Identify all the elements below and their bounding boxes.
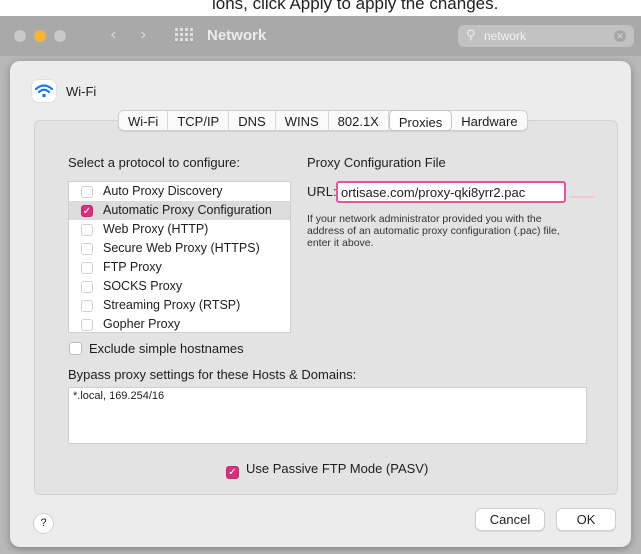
tab-proxies[interactable]: Proxies [388,110,453,131]
instruction-text: ions, click Apply to apply the changes. [212,0,499,13]
focus-mark [570,196,594,198]
advanced-network-sheet: Wi-Fi Wi-Fi TCP/IP DNS WINS 802.1X Proxi… [10,61,631,547]
tab-dns[interactable]: DNS [229,111,276,130]
zoom-window-button[interactable] [54,30,66,42]
protocol-label: FTP Proxy [103,260,162,274]
exclude-simple-hostnames-checkbox[interactable] [69,342,82,355]
protocol-list: Auto Proxy Discovery ✓ Automatic Proxy C… [68,181,291,333]
tab-hardware[interactable]: Hardware [452,111,526,130]
protocol-item-auto-proxy-discovery[interactable]: Auto Proxy Discovery [69,182,290,201]
window-title: Network [207,27,267,44]
protocol-item-gopher-proxy[interactable]: Gopher Proxy [69,315,290,334]
pac-url-field[interactable]: ortisase.com/proxy-qki8yrr2.pac [336,181,566,203]
pac-help-text: If your network administrator provided y… [307,213,560,249]
interface-name: Wi-Fi [66,84,97,99]
tab-wifi[interactable]: Wi-Fi [119,111,169,130]
pac-url-value[interactable]: ortisase.com/proxy-qki8yrr2.pac [341,185,525,200]
tab-bar: Wi-Fi TCP/IP DNS WINS 802.1X Proxies Har… [118,110,528,131]
protocol-item-ftp-proxy[interactable]: FTP Proxy [69,258,290,277]
protocol-label: SOCKS Proxy [103,279,183,293]
bypass-label: Bypass proxy settings for these Hosts & … [68,367,357,382]
bypass-hosts-field[interactable]: *.local, 169.254/16 [68,387,587,444]
wifi-icon [32,80,56,102]
protocol-checkbox[interactable] [81,262,93,274]
exclude-simple-hostnames-label: Exclude simple hostnames [89,341,244,356]
protocol-label: Streaming Proxy (RTSP) [103,298,241,312]
forward-button[interactable]: › [140,25,147,45]
select-protocol-label: Select a protocol to configure: [68,155,240,170]
tab-tcpip[interactable]: TCP/IP [168,111,230,130]
protocol-checkbox[interactable] [81,224,93,236]
search-field[interactable]: ⚲ network ✕ [458,25,634,47]
protocol-label: Web Proxy (HTTP) [103,222,209,236]
url-label: URL: [307,184,337,199]
protocol-checkbox[interactable] [81,300,93,312]
back-button[interactable]: ‹ [110,25,117,45]
protocol-checkbox[interactable] [81,281,93,293]
search-value[interactable]: network [484,29,526,43]
exclude-simple-hostnames-option[interactable]: Exclude simple hostnames [69,341,244,356]
ok-button[interactable]: OK [556,508,616,531]
protocol-item-streaming-proxy[interactable]: Streaming Proxy (RTSP) [69,296,290,315]
protocol-item-automatic-proxy-configuration[interactable]: ✓ Automatic Proxy Configuration [69,201,290,220]
bypass-hosts-value[interactable]: *.local, 169.254/16 [73,390,164,402]
protocol-item-socks-proxy[interactable]: SOCKS Proxy [69,277,290,296]
help-button[interactable]: ? [33,513,54,534]
close-window-button[interactable] [14,30,26,42]
protocol-checkbox[interactable] [81,243,93,255]
passive-ftp-checkbox[interactable]: ✓ [226,466,239,479]
show-all-grid-icon[interactable] [175,28,193,42]
search-icon: ⚲ [466,28,476,43]
passive-ftp-option[interactable]: ✓ Use Passive FTP Mode (PASV) [226,461,428,479]
protocol-label: Secure Web Proxy (HTTPS) [103,241,260,255]
tab-wins[interactable]: WINS [276,111,329,130]
passive-ftp-label: Use Passive FTP Mode (PASV) [246,461,429,476]
tab-8021x[interactable]: 802.1X [329,111,389,130]
protocol-label: Automatic Proxy Configuration [103,203,272,217]
protocol-label: Auto Proxy Discovery [103,184,223,198]
window-titlebar: ‹ › Network ⚲ network ✕ [0,16,641,56]
clear-search-icon[interactable]: ✕ [614,30,626,42]
protocol-label: Gopher Proxy [103,317,181,331]
proxy-config-heading: Proxy Configuration File [307,155,446,170]
protocol-checkbox[interactable]: ✓ [81,205,93,217]
cancel-button[interactable]: Cancel [475,508,545,531]
minimize-window-button[interactable] [34,30,46,42]
protocol-checkbox[interactable] [81,319,93,331]
protocol-item-web-proxy[interactable]: Web Proxy (HTTP) [69,220,290,239]
protocol-item-secure-web-proxy[interactable]: Secure Web Proxy (HTTPS) [69,239,290,258]
protocol-checkbox[interactable] [81,186,93,198]
instruction-strip: ions, click Apply to apply the changes. [0,0,641,16]
